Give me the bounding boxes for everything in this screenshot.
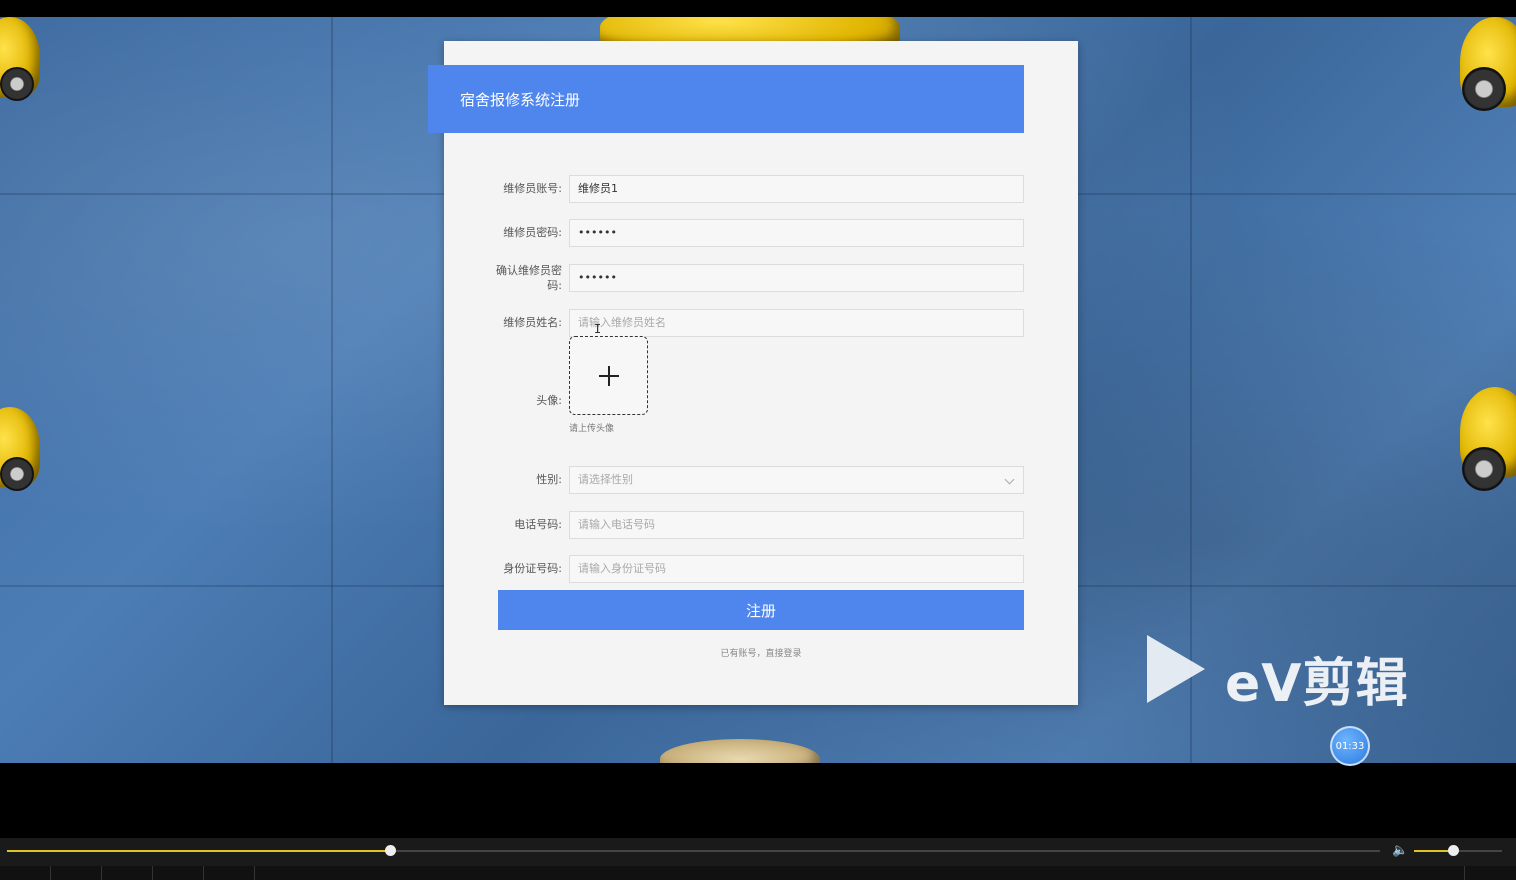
register-form-card: 宿舍报修系统注册 维修员账号: 维修员1 维修员密码: •••••• 确认维修员…: [428, 41, 1078, 705]
progress-handle[interactable]: [385, 845, 397, 856]
volume-icon[interactable]: 🔈: [1392, 843, 1408, 858]
form-row-account: 维修员账号: 维修员1: [444, 174, 1024, 204]
car-wheel: [1462, 67, 1506, 111]
car-decoration: [660, 739, 820, 763]
gender-select[interactable]: 请选择性别: [569, 466, 1024, 494]
name-label: 维修员姓名:: [503, 316, 562, 329]
gender-select-value: 请选择性别: [578, 473, 633, 486]
register-button[interactable]: 注册: [498, 590, 1024, 630]
bottom-toolbar: [0, 866, 1516, 880]
toolbar-divider: [152, 866, 153, 880]
car-wheel: [0, 457, 34, 491]
volume-handle[interactable]: [1447, 845, 1459, 856]
volume-fill: [1414, 850, 1453, 852]
watermark-text: eV剪辑: [1225, 654, 1409, 714]
player-controls: 🔈: [0, 838, 1516, 880]
plus-icon: [608, 366, 610, 386]
volume-slider[interactable]: [1414, 845, 1502, 856]
account-label: 维修员账号:: [503, 182, 562, 195]
text-cursor-icon: I: [594, 322, 602, 336]
avatar-hint: 请上传头像: [569, 424, 615, 434]
form-row-phone: 电话号码: 请输入电话号码: [444, 510, 1024, 540]
form-row-avatar: 头像:: [444, 386, 1024, 416]
form-row-gender: 性别: 请选择性别: [444, 465, 1024, 495]
avatar-label: 头像:: [536, 394, 562, 407]
phone-label: 电话号码:: [514, 518, 562, 531]
timer-badge: 01:33: [1330, 726, 1370, 766]
toolbar-divider: [101, 866, 102, 880]
confirm-password-label: 确认维修员密码:: [496, 264, 562, 292]
progress-fill: [7, 850, 391, 852]
toolbar-divider: [50, 866, 51, 880]
confirm-password-input[interactable]: ••••••: [569, 264, 1024, 292]
form-row-confirm-password: 确认维修员密码: ••••••: [444, 263, 1024, 293]
chevron-down-icon: [1004, 474, 1015, 485]
gender-label: 性别:: [536, 473, 562, 486]
background-seam: [331, 17, 333, 763]
phone-input[interactable]: 请输入电话号码: [569, 511, 1024, 539]
idcard-input[interactable]: 请输入身份证号码: [569, 555, 1024, 583]
progress-bar[interactable]: [7, 845, 1380, 856]
name-input[interactable]: 请输入维修员姓名: [569, 309, 1024, 337]
form-row-name: 维修员姓名: 请输入维修员姓名: [444, 308, 1024, 338]
password-input[interactable]: ••••••: [569, 219, 1024, 247]
car-wheel: [0, 67, 34, 101]
password-label: 维修员密码:: [503, 226, 562, 239]
play-logo-icon: [1147, 635, 1205, 703]
toolbar-divider: [254, 866, 255, 880]
avatar-upload-button[interactable]: [569, 336, 648, 415]
car-wheel: [1462, 447, 1506, 491]
login-link[interactable]: 已有账号，直接登录: [444, 646, 1078, 659]
form-row-password: 维修员密码: ••••••: [444, 218, 1024, 248]
toolbar-divider: [203, 866, 204, 880]
idcard-label: 身份证号码:: [503, 562, 562, 575]
toolbar-divider: [1464, 866, 1465, 880]
ev-watermark: eV剪辑: [1145, 635, 1445, 725]
form-row-idcard: 身份证号码: 请输入身份证号码: [444, 554, 1024, 584]
form-title: 宿舍报修系统注册: [428, 65, 1024, 133]
account-input[interactable]: 维修员1: [569, 175, 1024, 203]
